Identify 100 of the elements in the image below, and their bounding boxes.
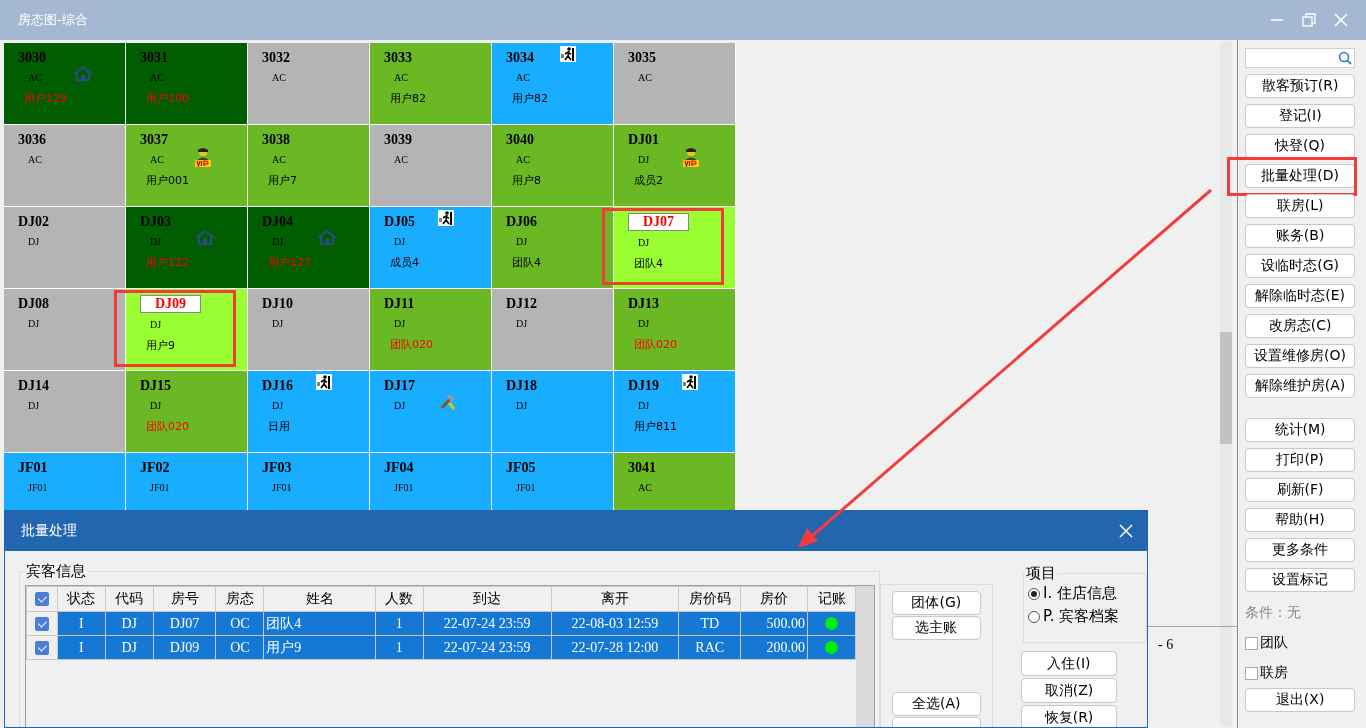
sidebar-button[interactable]: 散客预订(R): [1245, 74, 1356, 98]
room-tile[interactable]: DJ13 DJ 团队020: [614, 289, 736, 371]
column-header[interactable]: 离开: [551, 586, 679, 612]
column-header[interactable]: 人数: [375, 586, 424, 612]
room-tile[interactable]: DJ15 DJ 团队020: [126, 371, 248, 453]
sidebar-button[interactable]: 批量处理(D): [1245, 164, 1356, 188]
room-tile[interactable]: 3034 AC 用户82: [492, 43, 614, 125]
room-tile[interactable]: DJ10 DJ: [248, 289, 370, 371]
guest-name: 团队4: [512, 255, 541, 270]
checkbox[interactable]: [34, 640, 49, 655]
room-tile[interactable]: 3035 AC: [614, 43, 736, 125]
table-cell: 团队4: [263, 611, 376, 636]
room-tile[interactable]: DJ19 DJ 用户811: [614, 371, 736, 453]
room-tile[interactable]: DJ05 DJ 成员4: [370, 207, 492, 289]
guest-name: 成员2: [634, 173, 663, 188]
room-number: 3038: [262, 132, 290, 148]
checkbox[interactable]: [34, 592, 49, 606]
guest-name: 团队020: [146, 419, 189, 434]
room-type: DJ: [638, 400, 650, 411]
sidebar-button[interactable]: 帮助(H): [1245, 508, 1356, 532]
room-number: 3041: [628, 460, 656, 476]
room-number: 3032: [262, 50, 290, 66]
column-header[interactable]: 到达: [423, 586, 552, 612]
room-type: DJ: [394, 400, 406, 411]
dialog-button[interactable]: 选主账: [891, 616, 981, 640]
guest-name: 用户9: [146, 338, 175, 353]
sidebar-button[interactable]: 统计(M): [1245, 418, 1356, 442]
room-tile[interactable]: 3037 AC 用户001: [126, 125, 248, 207]
guest-name: 用户001: [146, 173, 189, 188]
room-tile[interactable]: DJ09 DJ 用户9: [126, 289, 248, 371]
sidebar-button[interactable]: 设置维修房(O): [1245, 344, 1356, 368]
room-number: JF05: [506, 460, 536, 476]
sidebar-button[interactable]: 登记(I): [1245, 104, 1356, 128]
room-tile[interactable]: DJ08 DJ: [4, 289, 126, 371]
room-tile[interactable]: DJ02 DJ: [4, 207, 126, 289]
column-header[interactable]: 房价码: [678, 586, 741, 612]
room-tile[interactable]: DJ11 DJ 团队020: [370, 289, 492, 371]
dialog-button[interactable]: 入住(I): [1021, 651, 1117, 676]
room-type: AC: [638, 72, 652, 83]
room-tile[interactable]: DJ17 DJ: [370, 371, 492, 453]
sidebar-button[interactable]: 联房(L): [1245, 194, 1356, 218]
column-header[interactable]: 记账: [807, 586, 856, 612]
sidebar-button[interactable]: 设置标记: [1245, 568, 1356, 592]
sidebar-button[interactable]: 刷新(F): [1245, 478, 1356, 502]
checkbox[interactable]: [1245, 666, 1259, 680]
dialog-button[interactable]: 取消(Z): [1021, 678, 1117, 703]
radio-button[interactable]: [1028, 610, 1040, 623]
column-header[interactable]: 代码: [105, 586, 154, 612]
room-number: JF01: [18, 460, 48, 476]
guest-name: 团队020: [634, 337, 677, 352]
search-field[interactable]: [1245, 48, 1356, 68]
room-tile[interactable]: 3033 AC 用户82: [370, 43, 492, 125]
room-tile[interactable]: DJ16 DJ 日用: [248, 371, 370, 453]
sidebar-button[interactable]: 账务(B): [1245, 224, 1356, 248]
room-tile[interactable]: DJ01 DJ 成员2: [614, 125, 736, 207]
room-type: AC: [28, 72, 42, 83]
room-tile[interactable]: DJ06 DJ 团队4: [492, 207, 614, 289]
sidebar-button[interactable]: 解除临时态(E): [1245, 284, 1356, 308]
scrollbar-thumb[interactable]: [1220, 332, 1233, 444]
room-tile[interactable]: DJ18 DJ: [492, 371, 614, 453]
room-tile[interactable]: 3038 AC 用户7: [248, 125, 370, 207]
room-number: DJ14: [18, 378, 50, 394]
search-icon: [1338, 51, 1353, 65]
room-tile[interactable]: 3039 AC: [370, 125, 492, 207]
room-tile[interactable]: DJ12 DJ: [492, 289, 614, 371]
radio-button[interactable]: [1028, 587, 1040, 600]
column-header[interactable]: 房态: [216, 586, 264, 612]
sidebar-button[interactable]: 解除维护房(A): [1245, 374, 1356, 398]
sidebar-button[interactable]: 设临时态(G): [1245, 254, 1356, 278]
room-type: DJ: [150, 236, 162, 247]
room-type: AC: [638, 482, 652, 493]
room-type: DJ: [28, 236, 40, 247]
room-tile[interactable]: 3032 AC: [248, 43, 370, 125]
column-header[interactable]: 状态: [57, 586, 106, 612]
room-tile[interactable]: 3036 AC: [4, 125, 126, 207]
table-row[interactable]: I DJ DJ09 OC 用户9 1 22-07-24 23:59 22-07-28 12:00 RAC 200.00: [26, 635, 856, 660]
table-row[interactable]: I DJ DJ07 OC 团队4 1 22-07-24 23:59 22-08-03 12:59 TD 500.00: [26, 611, 856, 636]
sidebar-button[interactable]: 打印(P): [1245, 448, 1356, 472]
room-type: JF01: [150, 482, 170, 493]
column-header[interactable]: 房号: [153, 586, 216, 612]
room-number: 3039: [384, 132, 412, 148]
dialog-button[interactable]: 团体(G): [891, 591, 981, 615]
room-number: DJ04: [262, 214, 294, 230]
sidebar-button[interactable]: 改房态(C): [1245, 314, 1356, 338]
column-header[interactable]: 姓名: [263, 586, 376, 612]
exit-button[interactable]: 退出(X): [1245, 688, 1356, 712]
room-tile[interactable]: DJ07 DJ 团队4: [614, 207, 736, 289]
sidebar-button[interactable]: 更多条件: [1245, 538, 1356, 562]
dialog-button[interactable]: 全选(A): [891, 692, 981, 716]
checkbox[interactable]: [1245, 636, 1259, 650]
checkbox[interactable]: [34, 616, 49, 631]
restore-icon[interactable]: [1302, 13, 1316, 27]
room-number: DJ18: [506, 378, 538, 394]
column-header[interactable]: 房价: [740, 586, 808, 612]
room-type: DJ: [272, 400, 284, 411]
room-tile[interactable]: 3040 AC 用户8: [492, 125, 614, 207]
room-tile[interactable]: DJ14 DJ: [4, 371, 126, 453]
dialog-button[interactable]: 恢复(R): [1021, 705, 1117, 727]
sidebar-button[interactable]: 快登(Q): [1245, 134, 1356, 158]
close-icon[interactable]: [1119, 524, 1133, 538]
